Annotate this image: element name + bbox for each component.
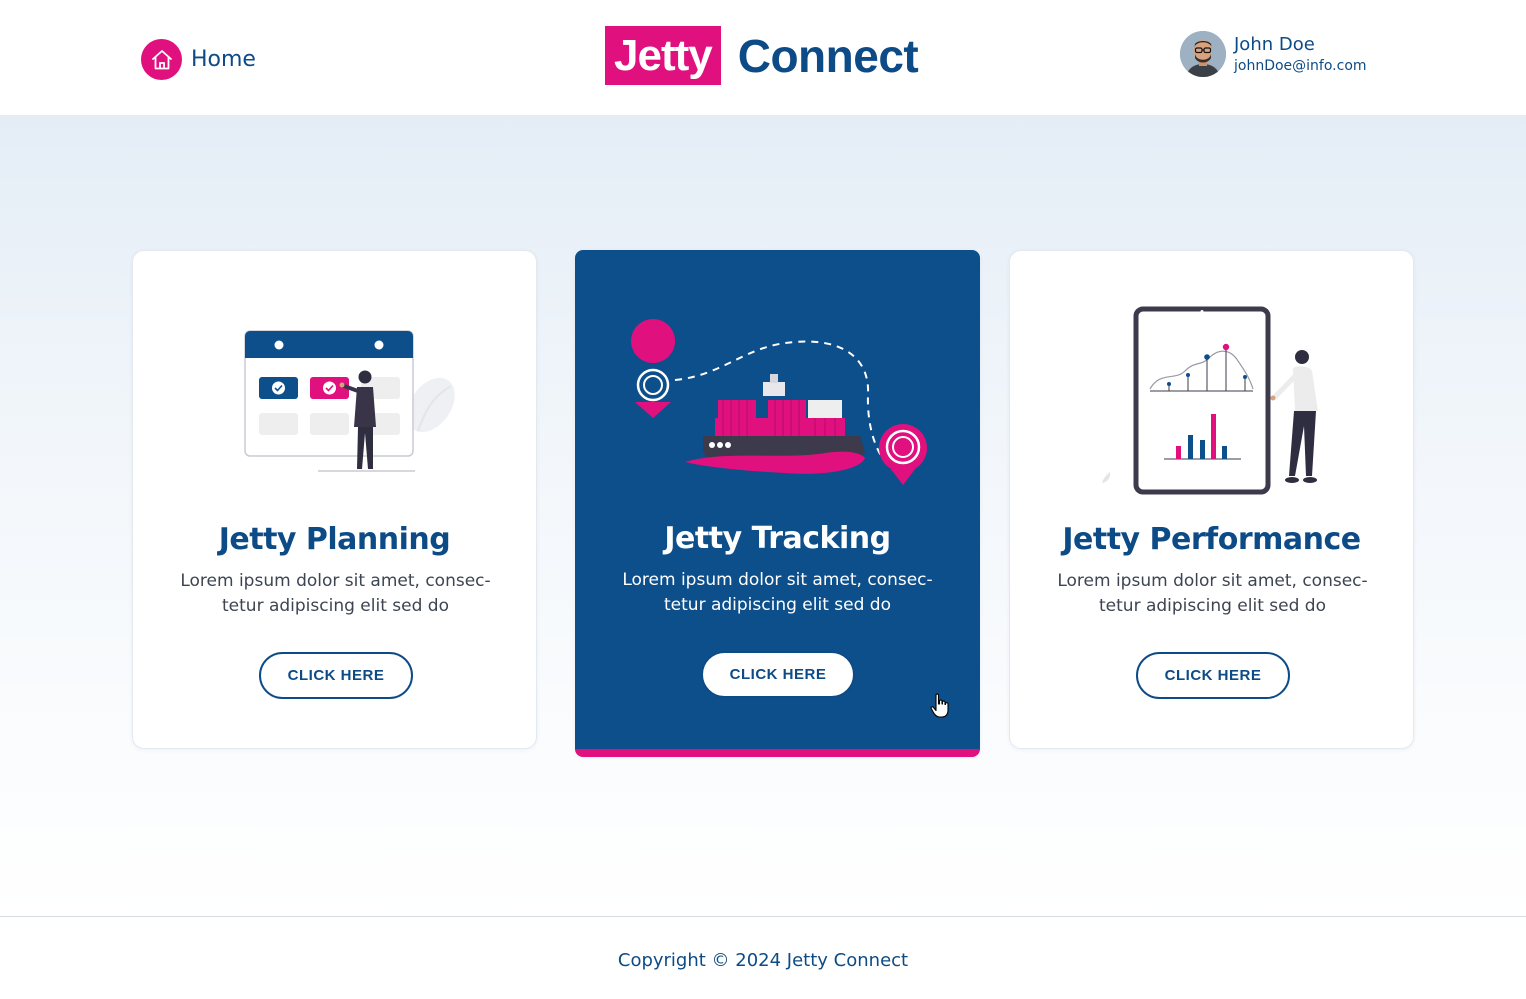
card-description: Lorem ipsum dolor sit amet, consec- tetu…: [1057, 571, 1368, 616]
click-here-button[interactable]: CLICK HERE: [259, 652, 413, 699]
card-title: Jetty Tracking: [664, 521, 891, 556]
home-link[interactable]: Home: [141, 39, 256, 80]
hand-cursor-icon: [930, 693, 949, 718]
home-label: Home: [191, 47, 256, 72]
app-logo: Jetty Connect: [605, 26, 919, 85]
main-content: Jetty Planning Lorem ipsum dolor sit ame…: [0, 115, 1526, 916]
card-description: Lorem ipsum dolor sit amet, consec- tetu…: [622, 570, 933, 615]
click-here-button[interactable]: CLICK HERE: [1136, 652, 1290, 699]
card-jetty-performance[interactable]: Jetty Performance Lorem ipsum dolor sit …: [1009, 250, 1414, 749]
card-description: Lorem ipsum dolor sit amet, consec- tetu…: [180, 571, 491, 616]
logo-text: Connect: [737, 29, 919, 82]
user-name: John Doe: [1234, 34, 1315, 55]
calendar-planning-illustration: [244, 330, 455, 472]
cargo-ship-tracking-illustration: [631, 319, 927, 485]
card-jetty-planning[interactable]: Jetty Planning Lorem ipsum dolor sit ame…: [132, 250, 537, 749]
user-email: johnDoe@info.com: [1234, 58, 1367, 74]
card-title: Jetty Performance: [1062, 522, 1361, 557]
tablet-charts-illustration: [1102, 306, 1318, 495]
copyright-text: Copyright © 2024 Jetty Connect: [617, 950, 909, 971]
card-title: Jetty Planning: [218, 522, 451, 557]
logo-highlight: Jetty: [605, 26, 721, 85]
page-footer: Copyright © 2024 Jetty Connect: [0, 916, 1526, 999]
click-here-button[interactable]: CLICK HERE: [701, 651, 855, 698]
user-profile[interactable]: John Doe johnDoe@info.com: [1180, 31, 1367, 77]
top-header: Home Jetty Connect John Doe johnDoe@info…: [0, 0, 1526, 115]
home-icon: [141, 39, 182, 80]
avatar: [1180, 31, 1226, 77]
card-jetty-tracking[interactable]: Jetty Tracking Lorem ipsum dolor sit ame…: [575, 250, 980, 757]
